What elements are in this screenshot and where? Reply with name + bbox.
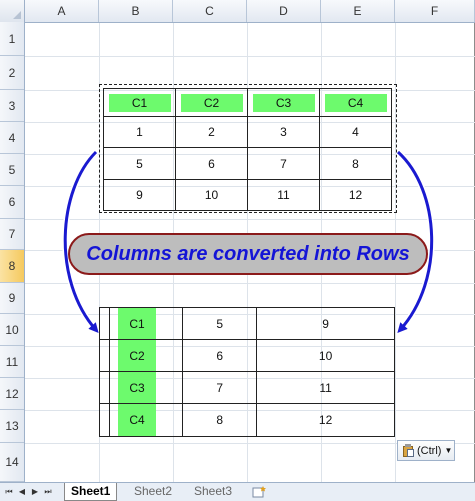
- chevron-down-icon: ▼: [444, 446, 453, 455]
- tab-sheet3[interactable]: Sheet3: [188, 483, 238, 500]
- clipboard-icon: [402, 444, 414, 457]
- explanation-banner: Columns are converted into Rows: [68, 233, 428, 275]
- tab-sheet2[interactable]: Sheet2: [128, 483, 178, 500]
- first-sheet-icon[interactable]: ⏮: [4, 485, 14, 498]
- tab-sheet1[interactable]: Sheet1: [64, 483, 118, 501]
- banner-text: Columns are converted into Rows: [86, 242, 410, 265]
- sheet-tab-bar: ⏮ ◀ ▶ ⏭ Sheet1 Sheet2 Sheet3: [0, 482, 475, 501]
- paste-options-label: (Ctrl): [417, 444, 442, 457]
- last-sheet-icon[interactable]: ⏭: [43, 485, 53, 498]
- next-sheet-icon[interactable]: ▶: [30, 485, 40, 498]
- previous-sheet-icon[interactable]: ◀: [17, 485, 27, 498]
- paste-options-button[interactable]: (Ctrl) ▼: [397, 440, 455, 461]
- insert-sheet-icon[interactable]: [251, 485, 267, 498]
